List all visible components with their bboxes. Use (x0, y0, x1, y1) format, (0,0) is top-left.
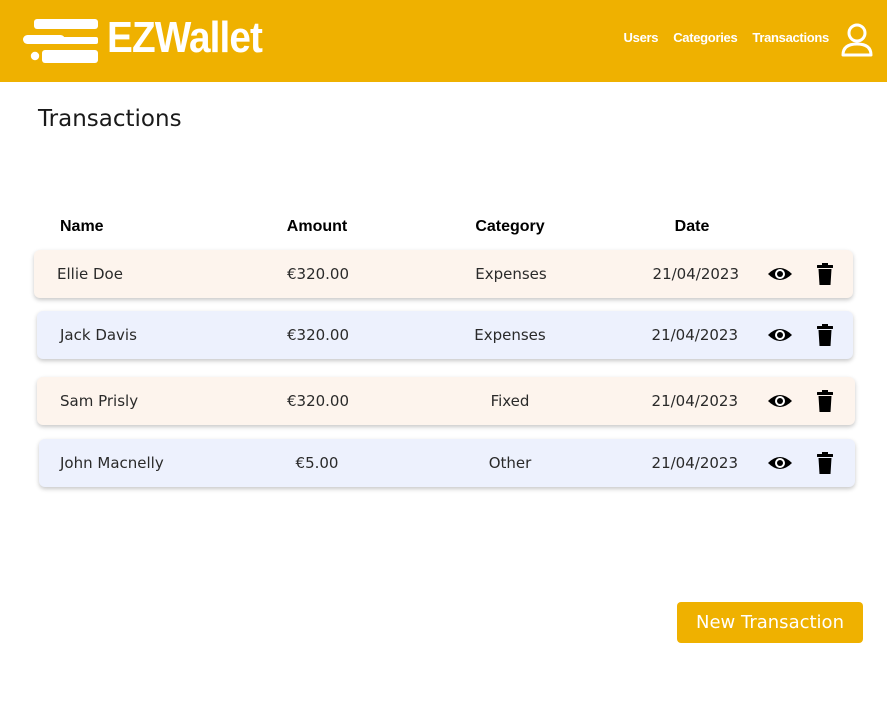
transaction-amount: €320.00 (286, 392, 350, 410)
column-header-amount: Amount (286, 218, 348, 235)
transaction-row: Ellie Doe €320.00 Expenses 21/04/2023 (34, 250, 853, 298)
transaction-category: Expenses (474, 326, 546, 344)
transaction-name: Jack Davis (60, 326, 137, 344)
main-nav: Users Categories Transactions (624, 30, 830, 45)
transaction-amount: €320.00 (286, 265, 350, 283)
eye-icon[interactable] (767, 325, 793, 345)
nav-item-categories[interactable]: Categories (673, 30, 738, 45)
column-header-name: Name (60, 218, 104, 235)
transaction-date: 21/04/2023 (651, 326, 738, 344)
column-header-category: Category (475, 218, 545, 235)
transaction-name: John Macnelly (60, 454, 164, 472)
eye-icon[interactable] (767, 264, 793, 284)
transaction-row: Jack Davis €320.00 Expenses 21/04/2023 (37, 311, 853, 359)
nav-item-users[interactable]: Users (624, 30, 659, 45)
ezwallet-speed-logo-icon (23, 19, 98, 63)
transaction-amount: €320.00 (286, 326, 350, 344)
page-title: Transactions (38, 106, 182, 132)
transactions-table-header: Name Amount Category Date (0, 218, 887, 240)
transaction-category: Expenses (475, 265, 547, 283)
transaction-date: 21/04/2023 (652, 265, 739, 283)
transaction-name: Sam Prisly (60, 392, 139, 410)
trash-icon[interactable] (817, 263, 833, 285)
top-navbar: EZWallet Users Categories Transactions (0, 0, 887, 82)
trash-icon[interactable] (817, 452, 833, 474)
eye-icon[interactable] (767, 453, 793, 473)
transaction-date: 21/04/2023 (651, 392, 738, 410)
user-icon[interactable] (840, 22, 874, 58)
transaction-category: Fixed (490, 392, 530, 410)
transaction-row: Sam Prisly €320.00 Fixed 21/04/2023 (37, 377, 855, 425)
transaction-amount: €5.00 (295, 454, 339, 472)
trash-icon[interactable] (817, 390, 833, 412)
trash-icon[interactable] (817, 324, 833, 346)
transaction-row: John Macnelly €5.00 Other 21/04/2023 (39, 439, 855, 487)
transaction-category: Other (488, 454, 532, 472)
brand-name: EZWallet (107, 13, 263, 62)
new-transaction-button[interactable]: New Transaction (677, 602, 863, 643)
nav-item-transactions[interactable]: Transactions (752, 30, 829, 45)
transaction-name: Ellie Doe (57, 265, 123, 283)
eye-icon[interactable] (767, 391, 793, 411)
transaction-date: 21/04/2023 (651, 454, 738, 472)
brand-logo[interactable]: EZWallet (22, 13, 263, 66)
column-header-date: Date (674, 218, 710, 235)
